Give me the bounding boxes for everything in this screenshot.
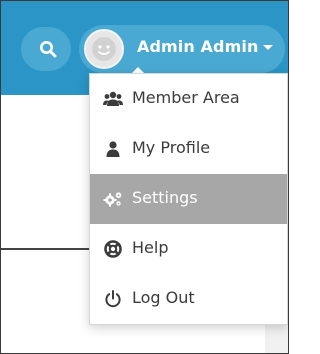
menu-item-label: Help: [132, 238, 169, 257]
app-window: Admin Admin Member Area My Profile Setti…: [0, 0, 289, 354]
divider-line: [1, 248, 101, 250]
menu-item-member-area[interactable]: Member Area: [90, 74, 287, 124]
menu-item-log-out[interactable]: Log Out: [90, 274, 287, 324]
user-dropdown-menu: Member Area My Profile Settings Help Log…: [89, 73, 288, 325]
power-icon: [103, 289, 123, 309]
default-avatar-icon: [92, 37, 116, 61]
menu-item-settings[interactable]: Settings: [90, 174, 287, 224]
avatar[interactable]: [84, 29, 124, 69]
caret-down-icon[interactable]: [263, 45, 273, 50]
menu-item-help[interactable]: Help: [90, 224, 287, 274]
menu-item-label: My Profile: [132, 138, 211, 157]
search-icon: [40, 41, 57, 58]
user-icon: [103, 139, 123, 159]
user-name[interactable]: Admin Admin: [137, 37, 258, 56]
menu-item-label: Settings: [132, 188, 198, 207]
cogs-icon: [103, 189, 123, 209]
menu-item-my-profile[interactable]: My Profile: [90, 124, 287, 174]
menu-item-label: Log Out: [132, 288, 195, 307]
menu-item-label: Member Area: [132, 88, 240, 107]
users-icon: [103, 89, 123, 109]
life-ring-icon: [103, 239, 123, 259]
search-button[interactable]: [35, 36, 61, 62]
